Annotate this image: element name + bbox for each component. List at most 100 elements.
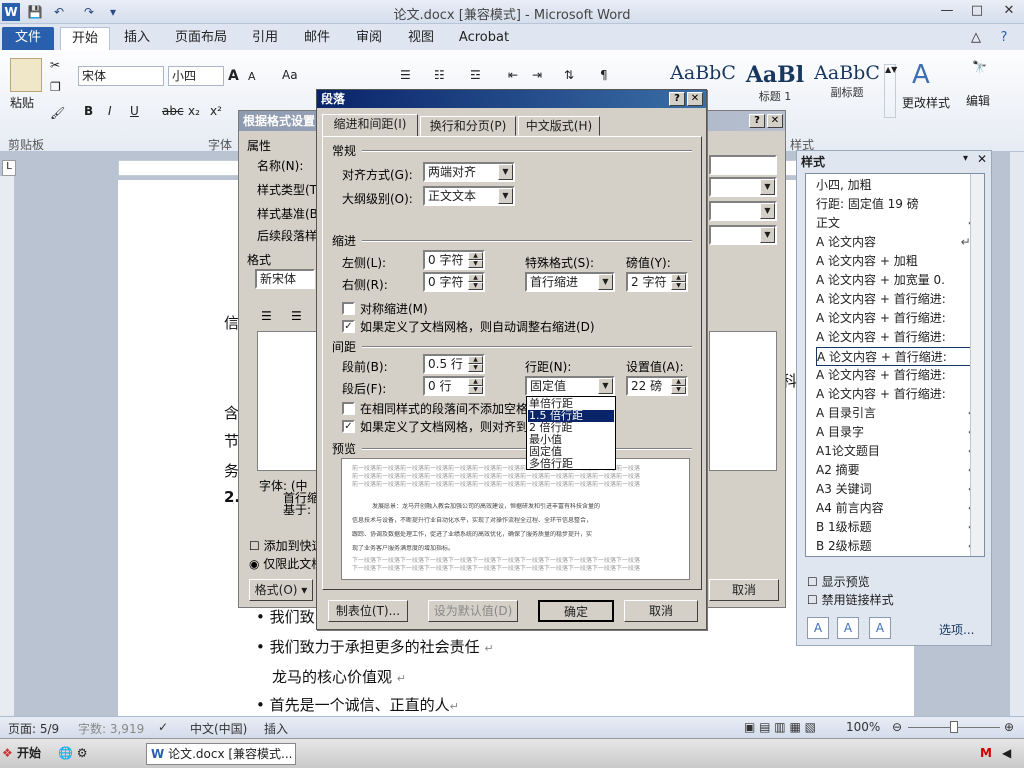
copy-icon[interactable]: ❐ (50, 80, 61, 94)
insert-mode[interactable]: 插入 (264, 720, 288, 737)
paste-icon[interactable] (10, 58, 42, 92)
tab-indents-spacing[interactable]: 缩进和间距(I) (322, 114, 418, 137)
outline-level-combo[interactable]: 正文文本 ▼ (423, 186, 515, 206)
format-painter-icon[interactable]: 🖌 (50, 106, 65, 120)
style-list-item[interactable]: B 2级标题↵ (816, 537, 980, 556)
format-menu-button[interactable]: 格式(O) ▾ (249, 579, 313, 601)
manage-styles-icon[interactable]: A (869, 617, 891, 639)
help-icon[interactable]: ? (992, 27, 1016, 50)
decrease-indent-icon[interactable]: ⇤ (508, 68, 518, 82)
style-list-item[interactable]: B 1级标题↵ (816, 518, 980, 537)
set-default-button[interactable]: 设为默认值(D) (428, 600, 518, 622)
numbering-icon[interactable]: ☷ (434, 68, 445, 82)
start-button[interactable]: ❖ 开始 (2, 743, 48, 765)
special-indent-combo[interactable]: 首行缩进 ▼ (525, 272, 615, 292)
align-center-icon[interactable]: ☰ (291, 309, 302, 323)
style-list-item[interactable]: A 论文内容 + 首行缩进: (816, 328, 980, 347)
mirror-indent-checkbox[interactable] (342, 302, 355, 315)
sort-icon[interactable]: ⇅ (564, 68, 574, 82)
help-caption-button[interactable]: ? (669, 92, 685, 106)
edit-button[interactable]: 编辑 (966, 92, 990, 109)
zoom-slider-thumb[interactable] (950, 721, 958, 733)
minimize-button[interactable]: — (932, 0, 962, 22)
tab-acrobat[interactable]: Acrobat (452, 27, 516, 50)
add-to-quick-checkbox[interactable]: ☐ 添加到快速 (249, 537, 324, 554)
tab-file[interactable]: 文件 (2, 27, 54, 50)
zoom-in-icon[interactable]: ⊕ (1004, 720, 1014, 734)
style-list-item[interactable]: 小四, 加粗 (816, 176, 980, 195)
pane-close-icon[interactable]: ✕ (977, 152, 987, 166)
bullets-icon[interactable]: ☰ (400, 68, 411, 82)
only-this-doc-radio[interactable]: ◉ 仅限此文档 (249, 555, 323, 572)
tab-home[interactable]: 开始 (60, 27, 110, 50)
styles-list[interactable]: 小四, 加粗行距: 固定值 19 磅正文↵A 论文内容↵a A 论文内容 + 加粗… (805, 173, 985, 557)
space-before-spinner[interactable]: 0.5 行 ▲ ▼ (423, 354, 485, 374)
style-list-item[interactable]: A 论文内容 + 加粗 (816, 252, 980, 271)
name-input[interactable] (709, 155, 777, 175)
line-spacing-option[interactable]: 多倍行距 (528, 458, 614, 470)
help-caption-button[interactable]: ? (749, 114, 765, 128)
alignment-combo[interactable]: 两端对齐 ▼ (423, 162, 515, 182)
change-styles-button[interactable]: 更改样式 (902, 94, 950, 111)
font-combo[interactable]: 新宋体 (255, 269, 315, 289)
bold-button[interactable]: B (84, 104, 93, 118)
tab-insert[interactable]: 插入 (114, 27, 160, 50)
strikethrough-button[interactable]: abc (162, 104, 184, 118)
cancel-button[interactable]: 取消 (709, 579, 779, 601)
find-icon[interactable]: 🔭 (972, 60, 987, 74)
style-list-item[interactable]: A 论文内容↵a (816, 233, 980, 252)
tray-icon[interactable]: M (980, 743, 992, 765)
align-left-icon[interactable]: ☰ (261, 309, 272, 323)
ok-button[interactable]: 确定 (538, 600, 614, 622)
superscript-button[interactable]: x² (210, 104, 222, 118)
cancel-button[interactable]: 取消 (624, 600, 698, 622)
style-type-combo[interactable]: ▼ (709, 177, 777, 197)
proofing-icon[interactable]: ✓ (158, 720, 168, 734)
paste-button[interactable]: 粘贴 (10, 94, 34, 111)
tab-page-layout[interactable]: 页面布局 (168, 27, 234, 50)
tray-icon[interactable]: ◀ (1002, 743, 1011, 765)
styles-list-scrollbar[interactable] (970, 174, 984, 556)
close-caption-button[interactable]: ✕ (687, 92, 703, 106)
style-based-combo[interactable]: ▼ (709, 201, 777, 221)
italic-button[interactable]: I (108, 104, 112, 118)
auto-adjust-checkbox[interactable]: ✓ (342, 320, 355, 333)
new-style-icon[interactable]: A (807, 617, 829, 639)
page-count[interactable]: 页面: 5/9 (8, 720, 59, 737)
tabs-button[interactable]: 制表位(T)... (328, 600, 408, 622)
line-spacing-combo[interactable]: 固定值 ▼ (525, 376, 615, 396)
line-spacing-at-spinner[interactable]: 22 磅 ▲ ▼ (626, 376, 688, 396)
shrink-font-button[interactable]: A (248, 70, 256, 83)
disable-linked-checkbox[interactable]: ☐ 禁用链接样式 (807, 591, 894, 608)
style-options-link[interactable]: 选项... (939, 621, 974, 638)
indent-by-spinner[interactable]: 2 字符 ▲ ▼ (626, 272, 688, 292)
style-list-item[interactable]: A3 关键词↵ (816, 480, 980, 499)
zoom-level[interactable]: 100% (846, 720, 880, 734)
maximize-button[interactable]: □ (962, 0, 992, 22)
increase-indent-icon[interactable]: ⇥ (532, 68, 542, 82)
language[interactable]: 中文(中国) (190, 720, 247, 737)
style-list-item[interactable]: 行距: 固定值 19 磅 (816, 195, 980, 214)
style-list-item[interactable]: A1论文题目↵ (816, 442, 980, 461)
style-gallery-scroll[interactable]: ▲▼ (884, 64, 897, 118)
style-list-item[interactable]: A 论文内容 + 首行缩进: (816, 385, 980, 404)
tab-selector-icon[interactable]: L (2, 160, 16, 176)
change-case-button[interactable]: Aa (282, 68, 298, 82)
pane-menu-icon[interactable]: ▾ (963, 153, 968, 164)
view-buttons[interactable]: ▣ ▤ ▥ ▦ ▧ (744, 720, 816, 734)
style-list-item[interactable]: A 论文内容 + 首行缩进: (816, 309, 980, 328)
vertical-scrollbar[interactable] (1010, 152, 1024, 716)
show-marks-icon[interactable]: ¶ (600, 68, 608, 82)
tab-asian-typography[interactable]: 中文版式(H) (518, 116, 600, 136)
no-space-same-style-checkbox[interactable] (342, 402, 355, 415)
taskbar-word-window[interactable]: W 论文.docx [兼容模式... (146, 743, 296, 765)
style-list-item[interactable]: A 论文内容 + 加宽量 0. (816, 271, 980, 290)
underline-button[interactable]: U (130, 104, 139, 118)
close-caption-button[interactable]: ✕ (767, 114, 783, 128)
style-list-item[interactable]: 正文↵ (816, 214, 980, 233)
style-list-item[interactable]: A 论文内容 + 首行缩进: (816, 290, 980, 309)
style-list-item[interactable]: A 目录引言↵ (816, 404, 980, 423)
style-list-item[interactable]: A4 前言内容↵ (816, 499, 980, 518)
subscript-button[interactable]: x₂ (188, 104, 200, 118)
space-after-spinner[interactable]: 0 行 ▲ ▼ (423, 376, 485, 396)
